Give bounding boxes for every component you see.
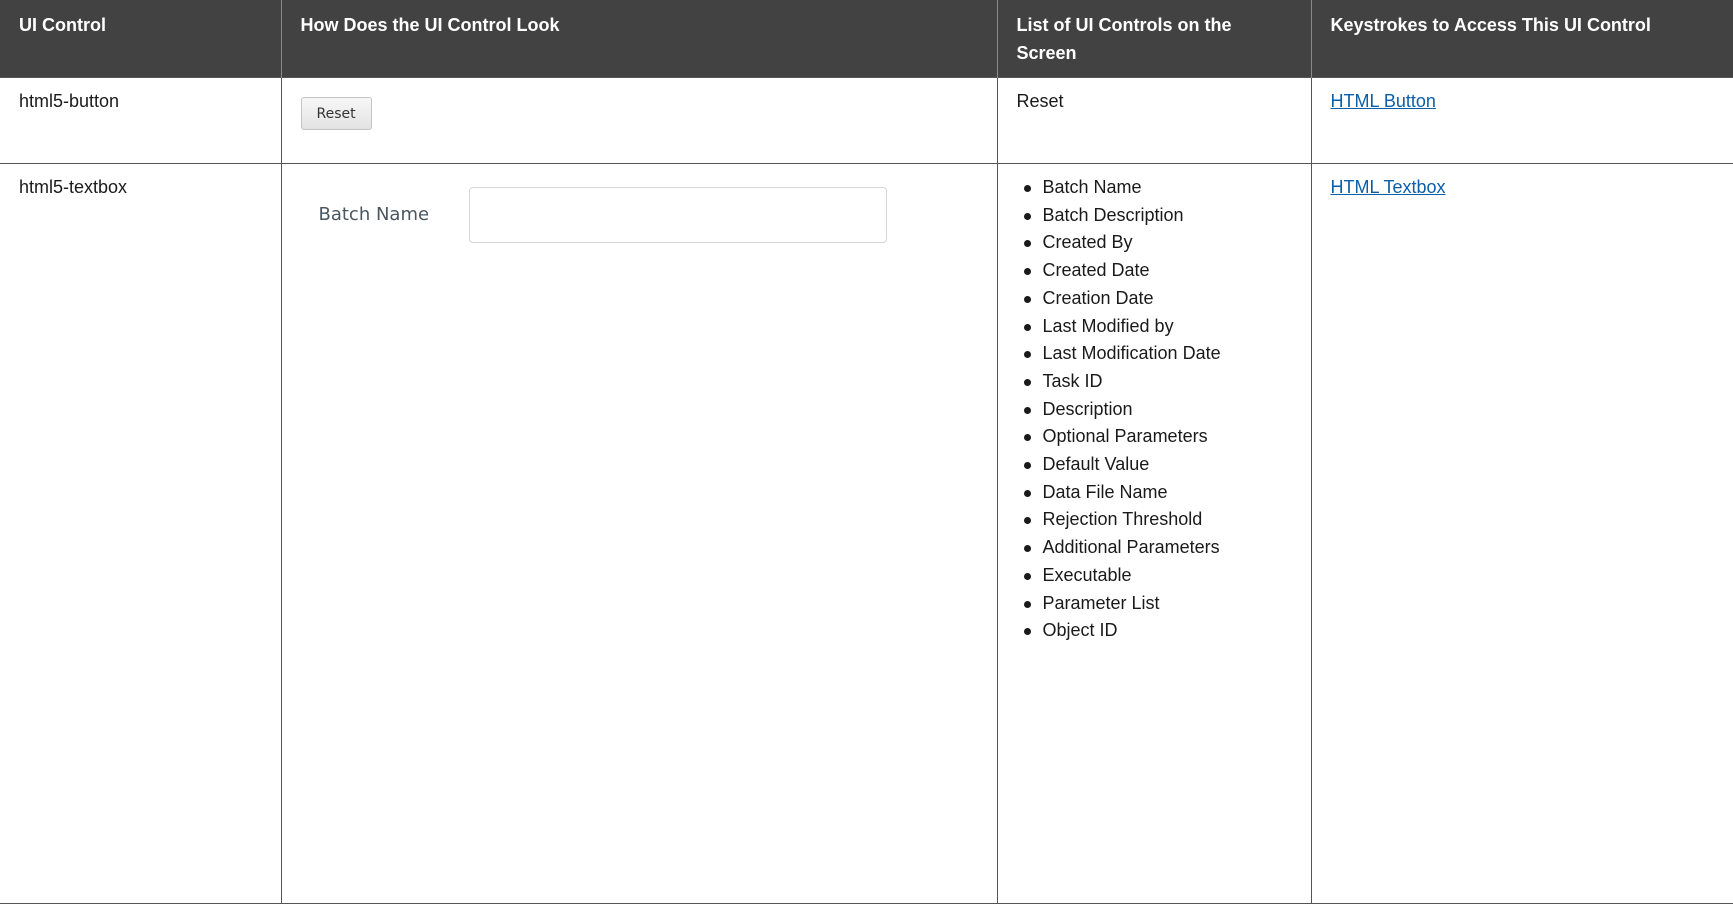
list-item: Object ID [1023, 617, 1291, 645]
bullet-icon [1023, 212, 1031, 220]
header-keystrokes: Keystrokes to Access This UI Control [1311, 0, 1733, 78]
list-item-label: Additional Parameters [1042, 537, 1220, 558]
cell-control-name: html5-button [0, 77, 282, 164]
header-row: UI Control How Does the UI Control Look … [0, 0, 1733, 78]
cell-keystrokes: HTML Button [1310, 77, 1733, 164]
table-header: UI Control How Does the UI Control Look … [0, 0, 1733, 78]
bullet-icon [1023, 572, 1031, 580]
table-row: html5-button Reset Reset HTML Button [0, 77, 1733, 164]
list-item-label: Creation Date [1042, 287, 1154, 308]
list-item: Additional Parameters [1023, 534, 1291, 562]
table-row: html5-textbox Batch Name Batch Name Batch… [0, 163, 1733, 904]
list-item: Created Date [1023, 257, 1291, 285]
list-item: Batch Description [1023, 202, 1291, 230]
bullet-icon [1023, 378, 1031, 386]
bullet-icon [1023, 268, 1031, 276]
list-item-label: Last Modification Date [1042, 343, 1221, 364]
cell-control-look: Batch Name [280, 163, 998, 904]
list-item-label: Task ID [1042, 370, 1103, 391]
list-item: Creation Date [1023, 285, 1291, 313]
list-item: Data File Name [1023, 479, 1291, 507]
list-item: Task ID [1023, 368, 1291, 396]
list-item-label: Description [1042, 398, 1133, 419]
list-item: Last Modified by [1023, 313, 1291, 341]
header-list-of-controls: List of UI Controls on the Screen [997, 0, 1312, 78]
header-ui-control: UI Control [0, 0, 282, 78]
bullet-icon [1023, 295, 1031, 303]
bullet-icon [1023, 240, 1031, 248]
list-item-label: Created By [1042, 232, 1133, 253]
html-button-link[interactable]: HTML Button [1331, 91, 1436, 111]
html-textbox-link[interactable]: HTML Textbox [1331, 177, 1446, 197]
bullet-icon [1023, 545, 1031, 553]
list-item: Last Modification Date [1023, 340, 1291, 368]
batch-name-input[interactable] [468, 187, 887, 243]
cell-control-list: Reset [996, 77, 1312, 164]
bullet-icon [1023, 462, 1031, 470]
list-item: Parameter List [1023, 590, 1291, 618]
list-item-label: Created Date [1042, 260, 1150, 281]
bullet-icon [1023, 600, 1031, 608]
list-item-label: Object ID [1042, 620, 1118, 641]
list-item: Description [1023, 396, 1291, 424]
bullet-icon [1023, 434, 1031, 442]
list-item-label: Data File Name [1042, 481, 1168, 502]
list-item: Default Value [1023, 451, 1291, 479]
list-item: Optional Parameters [1023, 423, 1291, 451]
batch-name-field-demo: Batch Name [301, 187, 977, 243]
list-item-label: Batch Name [1042, 177, 1142, 197]
ui-controls-table: UI Control How Does the UI Control Look … [0, 0, 1733, 904]
cell-control-name: html5-textbox [0, 163, 282, 904]
bullet-icon [1023, 185, 1031, 192]
list-item-label: Parameter List [1042, 592, 1160, 613]
list-item-label: Rejection Threshold [1042, 509, 1203, 530]
list-item-label: Executable [1042, 564, 1132, 585]
cell-control-look: Reset [280, 77, 998, 164]
list-item: Executable [1023, 562, 1291, 590]
header-how-it-looks: How Does the UI Control Look [281, 0, 998, 78]
cell-control-list: Batch Name Batch Description Created By Cre… [996, 163, 1312, 904]
bullet-icon [1023, 351, 1031, 359]
bullet-icon [1023, 517, 1031, 525]
bullet-icon [1023, 323, 1031, 331]
bullet-icon [1023, 628, 1031, 636]
batch-name-label: Batch Name [318, 204, 430, 225]
list-item: Rejection Threshold [1023, 506, 1291, 534]
bullet-icon [1023, 406, 1031, 414]
cell-keystrokes: HTML Textbox [1310, 163, 1733, 904]
list-item-label: Last Modified by [1042, 315, 1174, 336]
list-item: Batch Name [1023, 174, 1291, 202]
controls-list: Batch Name Batch Description Created By Cre… [1017, 174, 1291, 645]
bullet-icon [1023, 489, 1031, 497]
list-item-label: Default Value [1042, 454, 1150, 475]
list-item: Created By [1023, 229, 1291, 257]
list-item-label: Batch Description [1042, 204, 1184, 225]
reset-button[interactable]: Reset [300, 97, 372, 130]
list-item-label: Optional Parameters [1042, 426, 1208, 447]
